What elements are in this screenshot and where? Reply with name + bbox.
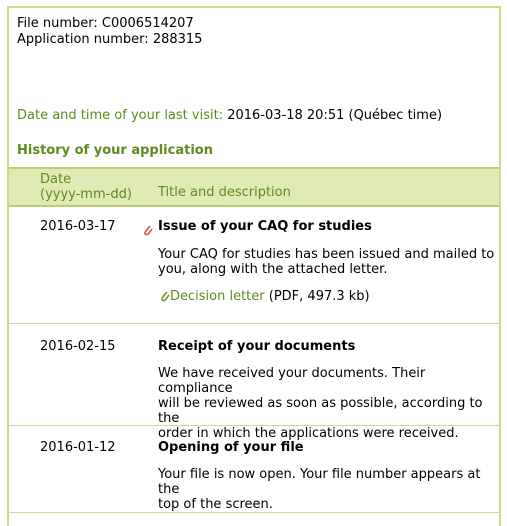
paperclip-icon bbox=[160, 290, 170, 302]
last-visit-label: Date and time of your last visit: bbox=[17, 108, 224, 123]
file-number-value: C0006514207 bbox=[101, 16, 194, 31]
row-title: Opening of your file bbox=[158, 440, 304, 455]
attachment: Decision letter (PDF, 497.3 kb) bbox=[160, 289, 370, 304]
application-number-line: Application number: 288315 bbox=[17, 32, 202, 48]
table-row: 2016-01-12 Opening of your file Your fil… bbox=[9, 426, 499, 513]
file-number-line: File number: C0006514207 bbox=[17, 16, 202, 32]
history-table-header: Date (yyyy-mm-dd) Title and description bbox=[9, 167, 499, 207]
title-column-header: Title and description bbox=[158, 185, 291, 200]
application-number-value: 288315 bbox=[152, 32, 203, 47]
paperclip-icon bbox=[143, 224, 153, 236]
row-date: 2016-03-17 bbox=[40, 219, 116, 234]
table-row: 2016-02-15 Receipt of your documents We … bbox=[9, 324, 499, 441]
row-description: Your file is now open. Your file number … bbox=[158, 467, 481, 512]
file-number-label: File number: bbox=[17, 16, 98, 31]
row-title: Issue of your CAQ for studies bbox=[158, 219, 372, 234]
row-description: Your CAQ for studies has been issued and… bbox=[158, 247, 495, 277]
application-number-label: Application number: bbox=[17, 32, 149, 47]
row-date: 2016-02-15 bbox=[40, 339, 116, 354]
history-title: History of your application bbox=[17, 143, 213, 158]
date-column-header: Date (yyyy-mm-dd) bbox=[40, 172, 132, 202]
last-visit: Date and time of your last visit: 2016-0… bbox=[17, 108, 442, 123]
attachment-info: (PDF, 497.3 kb) bbox=[268, 289, 370, 304]
table-row: 2016-03-17 Issue of your CAQ for studies… bbox=[9, 205, 499, 324]
decision-letter-link[interactable]: Decision letter bbox=[170, 289, 265, 304]
row-date: 2016-01-12 bbox=[40, 440, 116, 455]
last-visit-value: 2016-03-18 20:51 (Québec time) bbox=[227, 108, 443, 123]
file-info: File number: C0006514207 Application num… bbox=[17, 16, 202, 48]
row-title: Receipt of your documents bbox=[158, 339, 356, 354]
